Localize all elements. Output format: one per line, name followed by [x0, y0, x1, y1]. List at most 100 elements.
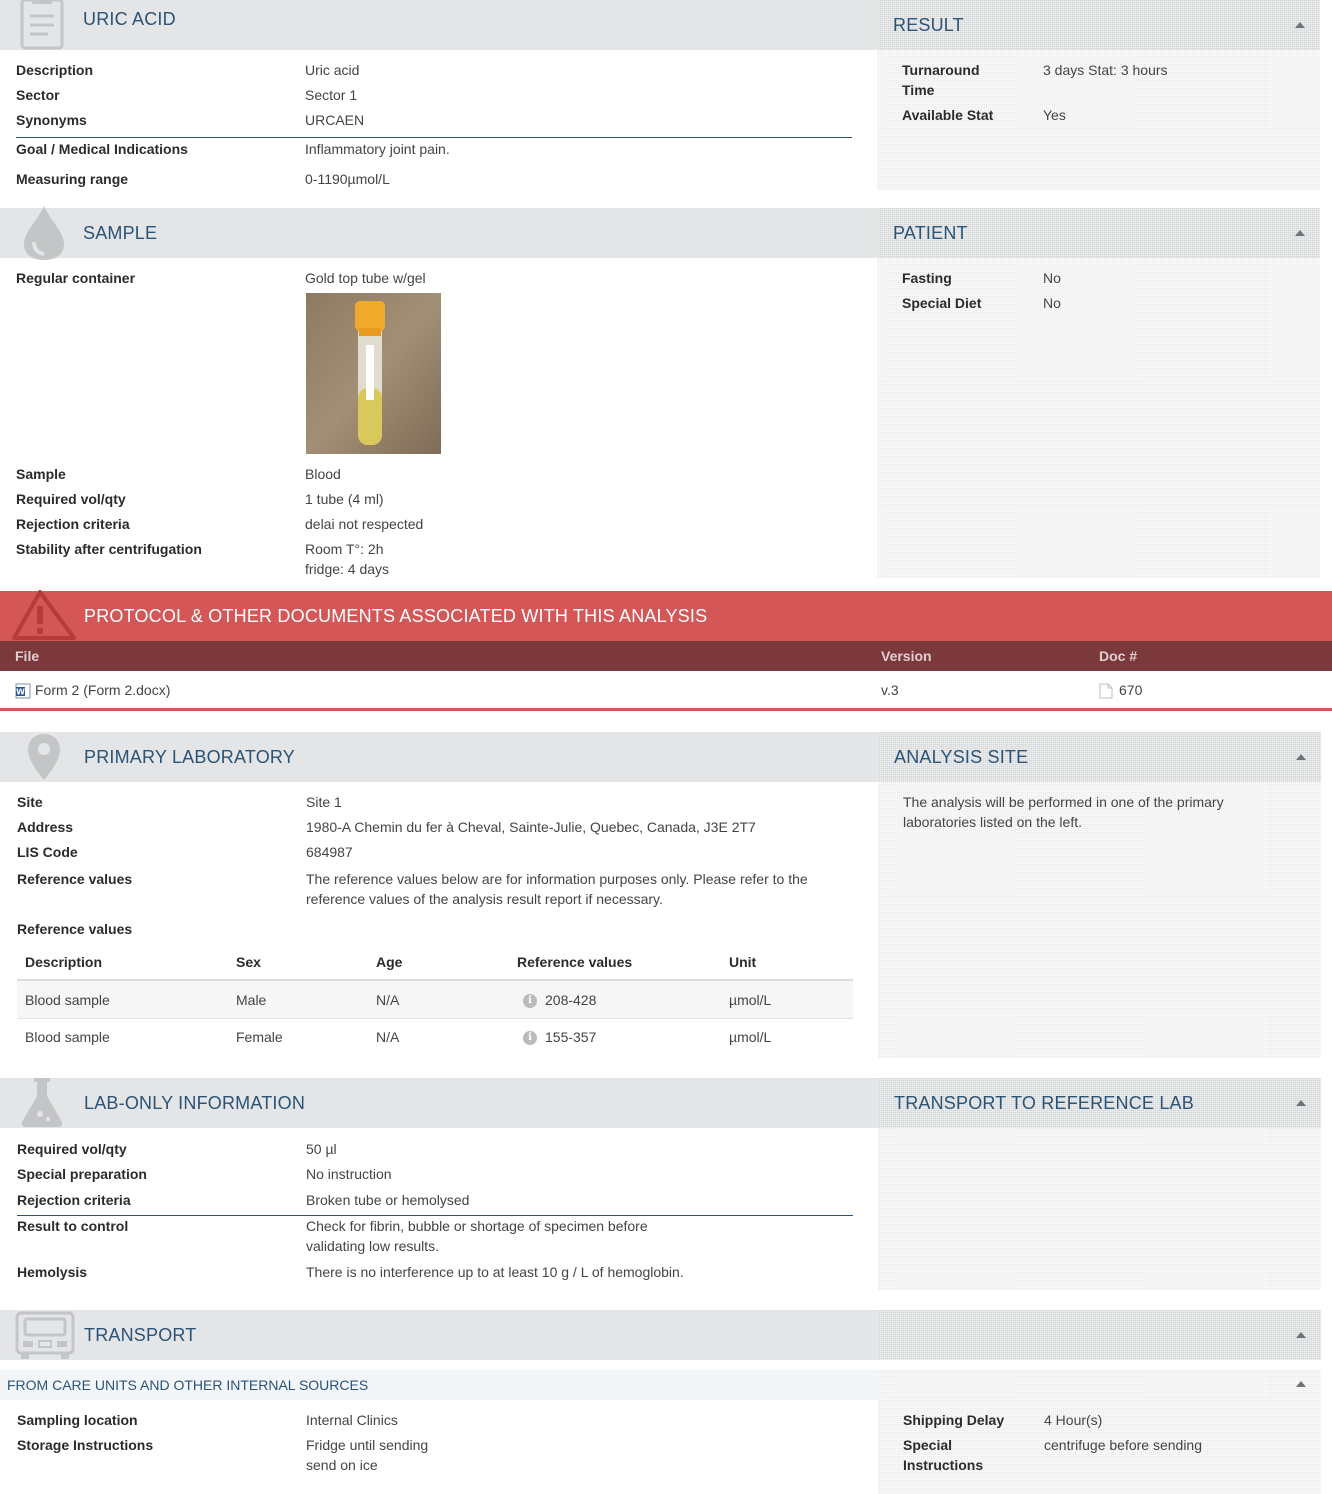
- document-link[interactable]: Form 2 (Form 2.docx): [35, 680, 170, 700]
- analysis-site-text-1: The analysis will be performed in one of…: [903, 794, 1224, 810]
- reference-note-line-2: reference values of the analysis result …: [306, 891, 663, 907]
- hemolysis-value: There is no interference up to at least …: [306, 1264, 684, 1280]
- reference-note-line-1: The reference values below are for infor…: [306, 871, 808, 887]
- warning-icon: [12, 590, 76, 640]
- special-instructions-value: centrifuge before sending: [1044, 1437, 1202, 1453]
- doc-number-column-header: Doc #: [1099, 648, 1138, 664]
- result-to-control-label: Result to control: [17, 1218, 129, 1234]
- stability-label: Stability after centrifugation: [16, 541, 202, 557]
- special-instructions-label-2: Instructions: [903, 1457, 984, 1473]
- sample-title: SAMPLE: [83, 223, 158, 243]
- info-icon[interactable]: i: [523, 994, 537, 1008]
- documents-title: PROTOCOL & OTHER DOCUMENTS ASSOCIATED WI…: [84, 606, 708, 626]
- info-icon[interactable]: i: [523, 1031, 537, 1045]
- lab-required-vol-label: Required vol/qty: [17, 1141, 127, 1157]
- fasting-value: No: [1043, 270, 1061, 286]
- collapse-caret-icon[interactable]: [1296, 1100, 1306, 1106]
- site-value: Site 1: [306, 794, 342, 810]
- sector-label: Sector: [16, 87, 60, 103]
- documents-table-header: File Version Doc #: [0, 641, 1332, 671]
- measuring-range-value: 0-1190µmol/L: [305, 171, 390, 187]
- ref-header-age: Age: [376, 954, 403, 970]
- fasting-label: Fasting: [902, 270, 952, 286]
- truck-icon: [15, 1311, 75, 1359]
- stability-value: Room T°: 2h: [305, 541, 384, 557]
- collapse-caret-icon[interactable]: [1295, 230, 1305, 236]
- result-to-control-value-2: validating low results.: [306, 1238, 440, 1254]
- storage-instructions-label: Storage Instructions: [17, 1437, 154, 1453]
- gold-top-tube-image[interactable]: [306, 293, 441, 454]
- synonyms-value: URCAEN: [305, 112, 365, 128]
- ref-header-reference-values: Reference values: [517, 954, 633, 970]
- ref-row-1-unit: µmol/L: [729, 992, 772, 1008]
- clipboard-icon: [20, 0, 64, 50]
- analysis-site-title: ANALYSIS SITE: [894, 747, 1029, 767]
- sampling-location-label: Sampling location: [17, 1412, 138, 1428]
- result-to-control-value: Check for fibrin, bubble or shortage of …: [306, 1218, 648, 1234]
- ref-header-description: Description: [25, 954, 103, 970]
- svg-text:W: W: [16, 688, 25, 697]
- shipping-delay-label: Shipping Delay: [903, 1412, 1005, 1428]
- transport-details-panel: [878, 1370, 1321, 1494]
- collapse-caret-icon[interactable]: [1296, 1332, 1306, 1338]
- regular-container-label: Regular container: [16, 270, 136, 286]
- table-row: [17, 981, 853, 1018]
- required-vol-value: 1 tube (4 ml): [305, 491, 384, 507]
- address-value: 1980-A Chemin du fer à Cheval, Sainte-Ju…: [306, 819, 756, 835]
- sample-label: Sample: [16, 466, 66, 482]
- stability-value-2: fridge: 4 days: [305, 561, 390, 577]
- goal-label: Goal / Medical Indications: [16, 141, 188, 157]
- document-number[interactable]: 670: [1119, 680, 1142, 700]
- lab-rejection-criteria-value: Broken tube or hemolysed: [306, 1192, 470, 1208]
- internal-sources-subtitle: FROM CARE UNITS AND OTHER INTERNAL SOURC…: [7, 1377, 369, 1393]
- drop-icon: [24, 206, 64, 260]
- special-preparation-label: Special preparation: [17, 1166, 147, 1182]
- available-stat-label: Available Stat: [902, 107, 994, 123]
- special-diet-value: No: [1043, 295, 1061, 311]
- available-stat-value: Yes: [1043, 107, 1066, 123]
- document-page-icon: [1099, 683, 1113, 699]
- ref-row-2-value: 155-357: [545, 1029, 597, 1045]
- primary-lab-title: PRIMARY LABORATORY: [84, 747, 296, 767]
- hemolysis-label: Hemolysis: [17, 1264, 88, 1280]
- transport-side-header[interactable]: [878, 1310, 1321, 1360]
- ref-header-unit: Unit: [729, 954, 757, 970]
- lab-required-vol-value: 50 µl: [306, 1141, 337, 1157]
- lab-rejection-criteria-label: Rejection criteria: [17, 1192, 131, 1208]
- synonyms-label: Synonyms: [16, 112, 87, 128]
- ref-row-1-age: N/A: [376, 992, 400, 1008]
- ref-row-2-description: Blood sample: [25, 1029, 110, 1045]
- special-preparation-value: No instruction: [306, 1166, 392, 1182]
- regular-container-value: Gold top tube w/gel: [305, 270, 426, 286]
- lis-code-label: LIS Code: [17, 844, 78, 860]
- ref-row-2-sex: Female: [236, 1029, 283, 1045]
- lis-code-value: 684987: [306, 844, 353, 860]
- ref-row-2-unit: µmol/L: [729, 1029, 772, 1045]
- collapse-caret-icon[interactable]: [1296, 754, 1306, 760]
- address-label: Address: [17, 819, 74, 835]
- special-instructions-label: Special: [903, 1437, 953, 1453]
- required-vol-label: Required vol/qty: [16, 491, 126, 507]
- flask-icon: [21, 1078, 63, 1127]
- word-document-icon: W: [15, 683, 31, 699]
- analysis-site-text-2: laboratories listed on the left.: [903, 814, 1082, 830]
- collapse-caret-icon[interactable]: [1296, 1381, 1306, 1387]
- file-column-header: File: [15, 648, 40, 664]
- location-pin-icon: [28, 734, 60, 780]
- reference-values-label: Reference values: [17, 871, 133, 887]
- sector-value: Sector 1: [305, 87, 358, 103]
- document-version: v.3: [881, 682, 899, 698]
- patient-panel: [877, 208, 1320, 578]
- collapse-caret-icon[interactable]: [1295, 22, 1305, 28]
- site-label: Site: [17, 794, 43, 810]
- transport-title: TRANSPORT: [84, 1325, 197, 1345]
- uric-acid-title: URIC ACID: [83, 9, 176, 29]
- description-label: Description: [16, 62, 94, 78]
- turnaround-value: 3 days Stat: 3 hours: [1043, 62, 1168, 78]
- patient-title: PATIENT: [893, 223, 968, 243]
- divider: [16, 137, 852, 138]
- rejection-criteria-label: Rejection criteria: [16, 516, 130, 532]
- reference-table-title: Reference values: [17, 921, 133, 937]
- ref-row-1-description: Blood sample: [25, 992, 110, 1008]
- storage-instructions-value-2: send on ice: [306, 1457, 378, 1473]
